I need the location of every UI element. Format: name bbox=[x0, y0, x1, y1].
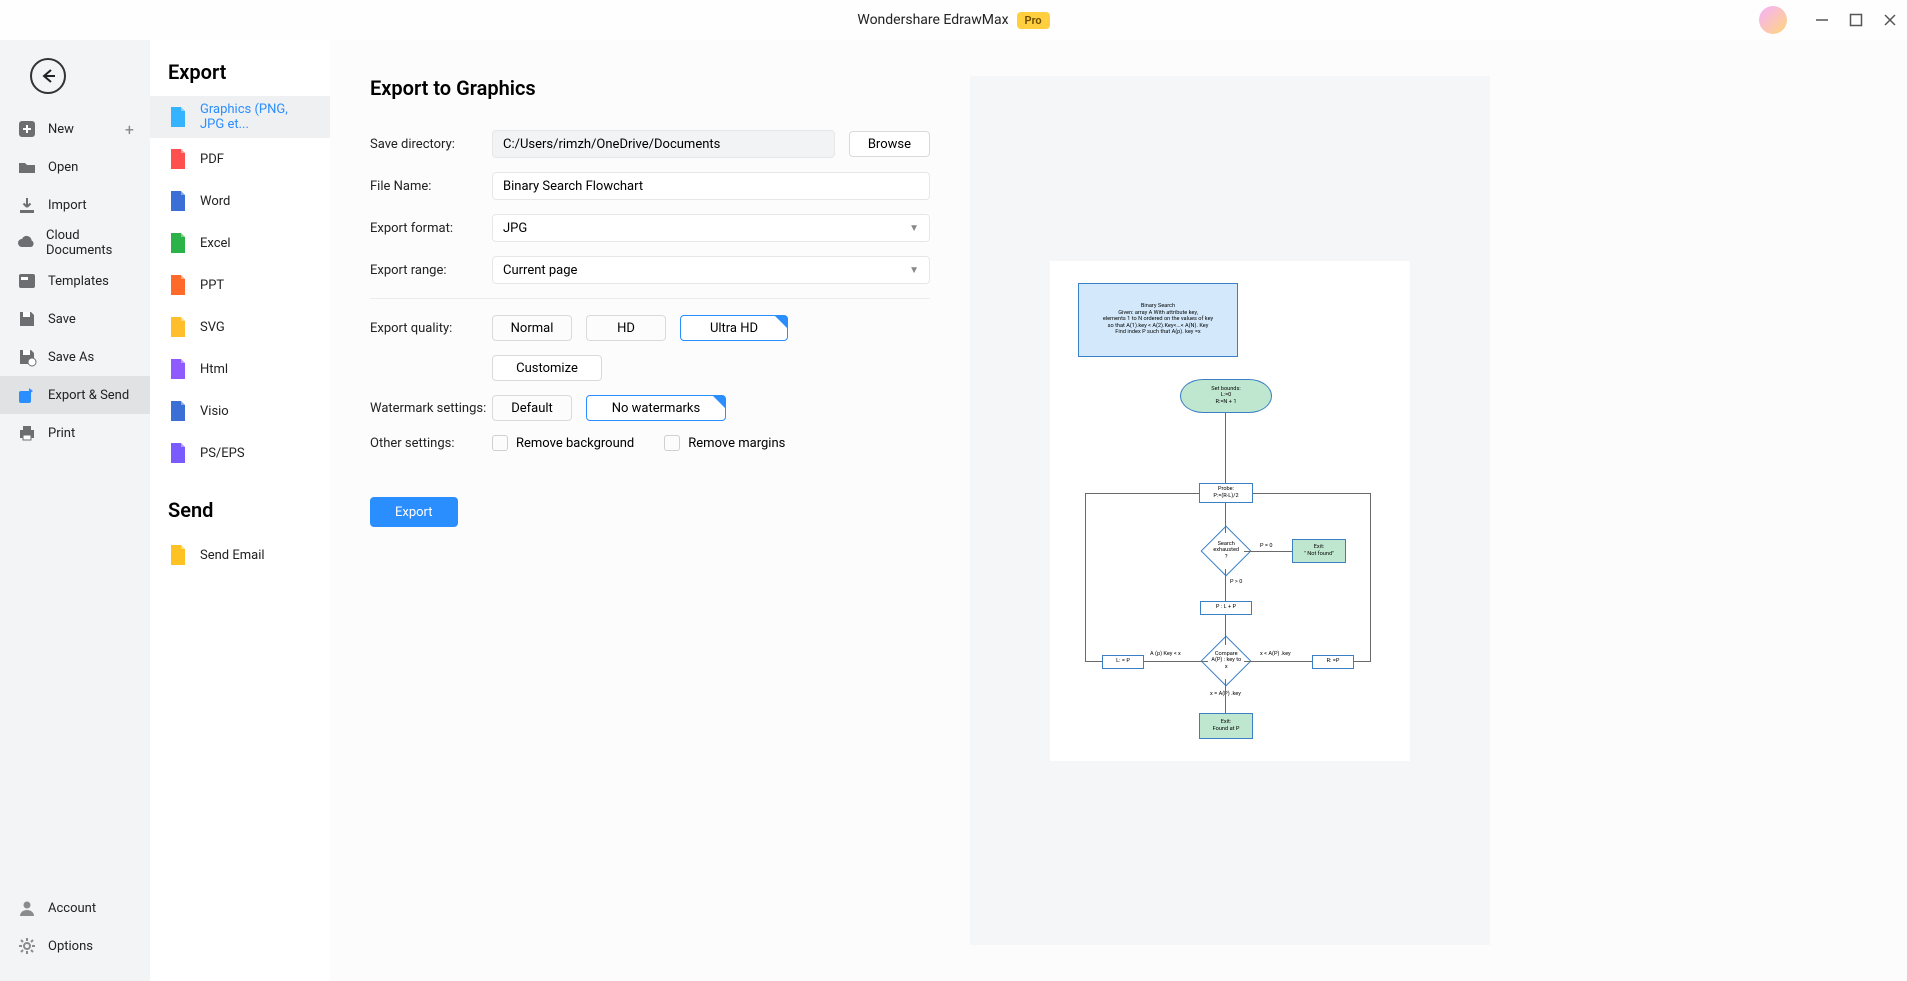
sidebar-item-import[interactable]: Import bbox=[0, 186, 150, 224]
format-sidebar: Export Graphics (PNG, JPG et...PDFWordEx… bbox=[150, 40, 330, 981]
file-icon bbox=[168, 442, 188, 464]
maximize-icon[interactable] bbox=[1849, 13, 1863, 27]
sidebar-item-account[interactable]: Account bbox=[0, 889, 150, 927]
fc-exit-nf: Exit:" Not found" bbox=[1292, 539, 1346, 563]
divider bbox=[370, 298, 930, 299]
sidebar-item-new[interactable]: New+ bbox=[0, 110, 150, 148]
sidebar-item-cloud-documents[interactable]: Cloud Documents bbox=[0, 224, 150, 262]
file-icon bbox=[168, 358, 188, 380]
watermark-option-default[interactable]: Default bbox=[492, 395, 572, 421]
folder-icon bbox=[16, 156, 38, 178]
quality-option-ultra-hd[interactable]: Ultra HD bbox=[680, 315, 788, 341]
label-save-dir: Save directory: bbox=[370, 137, 492, 152]
format-item-word[interactable]: Word bbox=[150, 180, 330, 222]
quality-option-normal[interactable]: Normal bbox=[492, 315, 572, 341]
format-select[interactable]: JPG▼ bbox=[492, 214, 930, 242]
save-dir-input[interactable] bbox=[492, 130, 835, 158]
remove-bg-label: Remove background bbox=[516, 436, 634, 451]
format-item-send-email[interactable]: Send Email bbox=[150, 534, 330, 576]
sidebar-item-print[interactable]: Print bbox=[0, 414, 150, 452]
send-heading: Send bbox=[150, 498, 330, 534]
format-item-ppt[interactable]: PPT bbox=[150, 264, 330, 306]
remove-bg-checkbox[interactable] bbox=[492, 435, 508, 451]
watermark-option-no-watermarks[interactable]: No watermarks bbox=[586, 395, 726, 421]
file-icon bbox=[168, 544, 188, 566]
label-other: Other settings: bbox=[370, 436, 492, 451]
close-icon[interactable] bbox=[1883, 13, 1897, 27]
plus-square-icon bbox=[16, 118, 38, 140]
format-item-excel[interactable]: Excel bbox=[150, 222, 330, 264]
sidebar-item-export-send[interactable]: Export & Send bbox=[0, 376, 150, 414]
label-format: Export format: bbox=[370, 221, 492, 236]
avatar[interactable] bbox=[1759, 6, 1787, 34]
sidebar-item-options[interactable]: Options bbox=[0, 927, 150, 965]
file-icon bbox=[168, 148, 188, 170]
remove-margins-checkbox[interactable] bbox=[664, 435, 680, 451]
content-area: Export to Graphics Save directory: Brows… bbox=[330, 40, 1907, 981]
fc-plp: P : L + P bbox=[1200, 601, 1252, 615]
cloud-icon bbox=[16, 232, 36, 254]
file-icon bbox=[168, 400, 188, 422]
save-icon bbox=[16, 308, 38, 330]
format-item-ps-eps[interactable]: PS/EPS bbox=[150, 432, 330, 474]
pro-badge: Pro bbox=[1017, 12, 1050, 29]
quality-option-hd[interactable]: HD bbox=[586, 315, 666, 341]
range-select[interactable]: Current page▼ bbox=[492, 256, 930, 284]
fc-start: Binary SearchGiven: array A With attribu… bbox=[1078, 283, 1238, 357]
customize-button[interactable]: Customize bbox=[492, 355, 602, 381]
export-form: Export to Graphics Save directory: Brows… bbox=[370, 76, 930, 945]
template-icon bbox=[16, 270, 38, 292]
fc-lp: L: = P bbox=[1102, 655, 1144, 669]
file-icon bbox=[168, 106, 188, 128]
primary-sidebar: New+OpenImportCloud DocumentsTemplatesSa… bbox=[0, 40, 150, 981]
lbl-gt: x < A(P) .key bbox=[1260, 651, 1291, 657]
lbl-pg0: P > 0 bbox=[1230, 579, 1242, 585]
label-quality: Export quality: bbox=[370, 321, 492, 336]
preview-page: Binary SearchGiven: array A With attribu… bbox=[1050, 261, 1410, 761]
format-item-html[interactable]: Html bbox=[150, 348, 330, 390]
gear-icon bbox=[16, 935, 38, 957]
save-as-icon bbox=[16, 346, 38, 368]
file-icon bbox=[168, 316, 188, 338]
title-bar: Wondershare EdrawMax Pro bbox=[0, 0, 1907, 40]
label-watermark: Watermark settings: bbox=[370, 401, 492, 416]
file-icon bbox=[168, 232, 188, 254]
sidebar-item-templates[interactable]: Templates bbox=[0, 262, 150, 300]
fc-rp: R: =P bbox=[1312, 655, 1354, 669]
chevron-down-icon: ▼ bbox=[909, 265, 919, 276]
fc-probe: Probe:P:=(R-L)/2 bbox=[1199, 483, 1253, 503]
user-icon bbox=[16, 897, 38, 919]
sidebar-item-save[interactable]: Save bbox=[0, 300, 150, 338]
format-item-visio[interactable]: Visio bbox=[150, 390, 330, 432]
format-item-svg[interactable]: SVG bbox=[150, 306, 330, 348]
fc-bounds: Set bounds:L:=0R:=N + 1 bbox=[1180, 379, 1272, 413]
file-icon bbox=[168, 274, 188, 296]
back-button[interactable] bbox=[30, 58, 66, 94]
page-title: Export to Graphics bbox=[370, 76, 930, 100]
label-file-name: File Name: bbox=[370, 179, 492, 194]
export-icon bbox=[16, 384, 38, 406]
remove-margins-label: Remove margins bbox=[688, 436, 785, 451]
format-item-graphics-png-jpg-et-[interactable]: Graphics (PNG, JPG et... bbox=[150, 96, 330, 138]
sidebar-item-save-as[interactable]: Save As bbox=[0, 338, 150, 376]
label-range: Export range: bbox=[370, 263, 492, 278]
minimize-icon[interactable] bbox=[1815, 13, 1829, 27]
export-button[interactable]: Export bbox=[370, 497, 458, 527]
sidebar-item-open[interactable]: Open bbox=[0, 148, 150, 186]
download-icon bbox=[16, 194, 38, 216]
format-item-pdf[interactable]: PDF bbox=[150, 138, 330, 180]
printer-icon bbox=[16, 422, 38, 444]
export-heading: Export bbox=[150, 60, 330, 96]
preview-panel: Binary SearchGiven: array A With attribu… bbox=[970, 76, 1490, 945]
fc-exit-f: Exit:Found at P bbox=[1199, 713, 1253, 739]
file-name-input[interactable] bbox=[492, 172, 930, 200]
chevron-down-icon: ▼ bbox=[909, 223, 919, 234]
lbl-p0: P = 0 bbox=[1260, 543, 1273, 549]
file-icon bbox=[168, 190, 188, 212]
browse-button[interactable]: Browse bbox=[849, 131, 930, 157]
plus-icon[interactable]: + bbox=[125, 120, 134, 139]
app-title: Wondershare EdrawMax bbox=[857, 12, 1008, 28]
lbl-lt: A (p) Key < x bbox=[1150, 651, 1181, 657]
